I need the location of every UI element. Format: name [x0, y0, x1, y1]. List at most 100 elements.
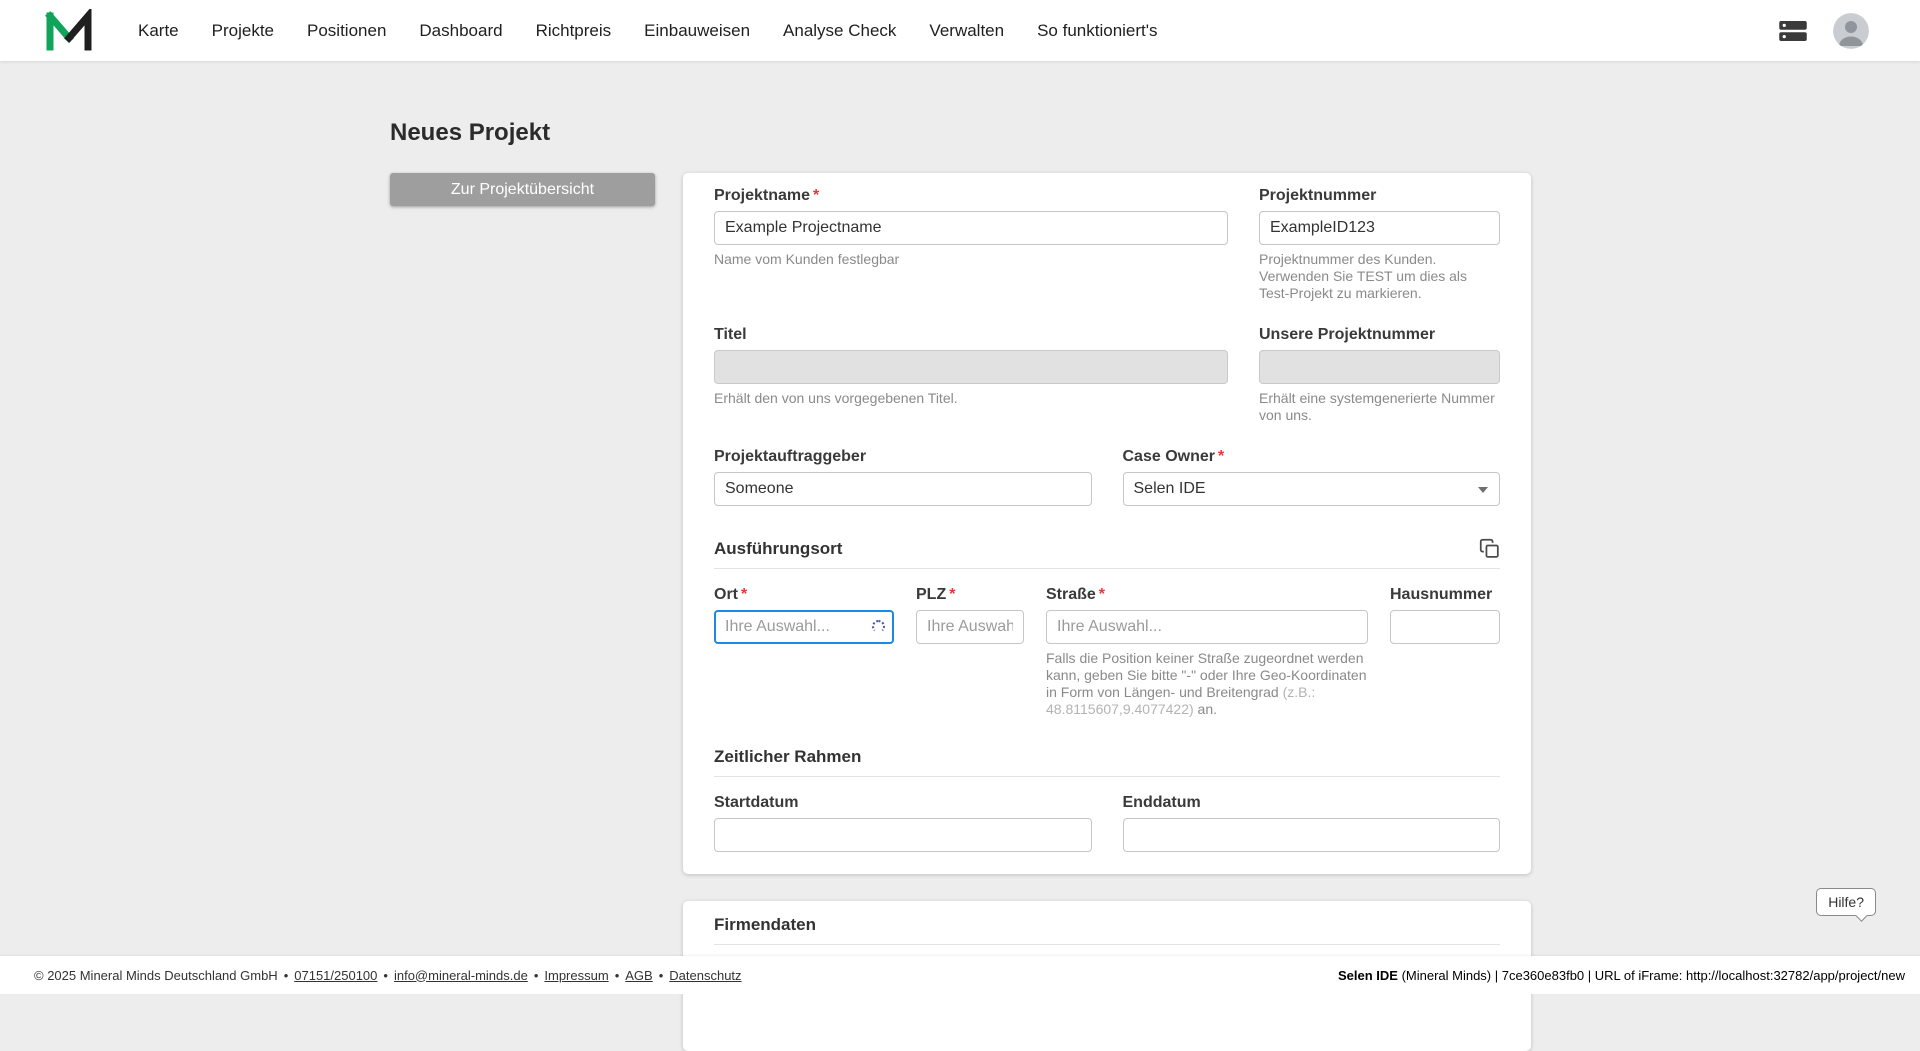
- zeitlicher-rahmen-section-header: Zeitlicher Rahmen: [714, 747, 1500, 777]
- datenschutz-link[interactable]: Datenschutz: [669, 968, 741, 983]
- case-owner-select[interactable]: Selen IDE: [1122, 472, 1500, 506]
- projektauftraggeber-input[interactable]: [714, 472, 1092, 506]
- ort-input[interactable]: [714, 610, 894, 644]
- zeitlicher-rahmen-heading: Zeitlicher Rahmen: [714, 747, 862, 766]
- field-projektname: Projektname* Name vom Kunden festlegbar: [714, 187, 1228, 302]
- ort-label: Ort *: [714, 586, 894, 604]
- required-asterisk: *: [741, 586, 748, 603]
- separator: •: [533, 967, 539, 983]
- session-info: Selen IDE (Mineral Minds) | 7ce360e83fb0…: [1338, 968, 1905, 983]
- required-asterisk: *: [1217, 448, 1225, 465]
- help-button[interactable]: Hilfe?: [1816, 888, 1876, 922]
- mineral-minds-logo[interactable]: [45, 8, 93, 53]
- ort-label-text: Ort: [714, 586, 738, 603]
- projektname-helper: Name vom Kunden festlegbar: [714, 251, 900, 267]
- hausnummer-label: Hausnummer: [1390, 586, 1500, 604]
- field-titel: Titel Erhält den von uns vorgegebenen Ti…: [714, 326, 1228, 424]
- copyright-text: © 2025 Mineral Minds Deutschland GmbH: [34, 967, 278, 983]
- agb-link[interactable]: AGB: [625, 968, 652, 983]
- projektauftraggeber-label-text: Projektauftraggeber: [714, 448, 867, 465]
- unsere-projektnummer-label: Unsere Projektnummer: [1259, 326, 1500, 344]
- nav-item-projekte[interactable]: Projekte: [212, 21, 274, 41]
- plz-input[interactable]: [916, 610, 1024, 644]
- strasse-helper-suffix: an.: [1193, 701, 1218, 717]
- projektnummer-helper: Projektnummer des Kunden. Verwenden Sie …: [1259, 251, 1468, 301]
- top-navbar: Karte Projekte Positionen Dashboard Rich…: [0, 0, 1920, 61]
- case-owner-selected-value: Selen IDE: [1133, 480, 1206, 497]
- projektnummer-input[interactable]: [1259, 211, 1500, 245]
- project-overview-button[interactable]: Zur Projektübersicht: [390, 173, 655, 206]
- project-form-card: Projektname* Name vom Kunden festlegbar …: [683, 173, 1531, 874]
- unsere-projektnummer-label-text: Unsere Projektnummer: [1259, 326, 1436, 343]
- nav-item-einbauweisen[interactable]: Einbauweisen: [644, 21, 750, 41]
- projektauftraggeber-label: Projektauftraggeber: [714, 448, 1092, 466]
- unsere-projektnummer-input: [1259, 350, 1500, 384]
- field-ort: Ort *: [714, 586, 894, 718]
- phone-link[interactable]: 07151/250100: [294, 968, 377, 983]
- footer: © 2025 Mineral Minds Deutschland GmbH • …: [0, 956, 1920, 994]
- strasse-helper-text: Falls die Position keiner Straße zugeord…: [1046, 650, 1367, 700]
- unsere-projektnummer-helper: Erhält eine systemgenerierte Nummer von …: [1259, 390, 1495, 423]
- separator: •: [658, 967, 664, 983]
- case-owner-label: Case Owner *: [1123, 448, 1501, 466]
- plz-label-text: PLZ: [916, 586, 947, 603]
- required-asterisk: *: [1098, 586, 1106, 603]
- chevron-down-icon: [1478, 487, 1488, 493]
- separator: •: [614, 967, 620, 983]
- firmendaten-section-header: Firmendaten: [714, 915, 1500, 945]
- nav-item-positionen[interactable]: Positionen: [307, 21, 386, 41]
- user-avatar[interactable]: [1833, 12, 1869, 49]
- impressum-link[interactable]: Impressum: [544, 968, 608, 983]
- server-icon[interactable]: [1778, 18, 1808, 44]
- help-button-label: Hilfe?: [1828, 894, 1864, 910]
- titel-label: Titel: [714, 326, 1228, 344]
- titel-label-text: Titel: [714, 326, 747, 343]
- field-startdatum: Startdatum: [714, 794, 1092, 852]
- hausnummer-input[interactable]: [1390, 610, 1500, 644]
- email-link[interactable]: info@mineral-minds.de: [394, 968, 528, 983]
- field-plz: PLZ *: [916, 586, 1024, 718]
- required-asterisk: *: [949, 586, 956, 603]
- page-title: Neues Projekt: [390, 119, 551, 146]
- nav-item-karte[interactable]: Karte: [138, 21, 179, 41]
- plz-label: PLZ *: [916, 586, 1024, 604]
- projektname-label-text: Projektname: [714, 187, 811, 204]
- nav-item-analyse-check[interactable]: Analyse Check: [783, 21, 896, 41]
- enddatum-input[interactable]: [1122, 818, 1500, 852]
- projektnummer-label: Projektnummer: [1259, 187, 1500, 205]
- titel-helper: Erhält den von uns vorgegebenen Titel.: [714, 390, 958, 406]
- nav-item-verwalten[interactable]: Verwalten: [929, 21, 1004, 41]
- enddatum-label: Enddatum: [1123, 794, 1501, 812]
- projektnummer-label-text: Projektnummer: [1259, 187, 1377, 204]
- projektname-input[interactable]: [714, 211, 1228, 245]
- main-content: Neues Projekt Zur Projektübersicht Proje…: [390, 61, 1531, 1051]
- field-unsere-projektnummer: Unsere Projektnummer Erhält eine systemg…: [1259, 326, 1500, 424]
- session-details: (Mineral Minds) | 7ce360e83fb0 | URL of …: [1397, 967, 1905, 983]
- field-case-owner: Case Owner * Selen IDE: [1122, 448, 1501, 506]
- hausnummer-label-text: Hausnummer: [1390, 586, 1493, 603]
- strasse-input[interactable]: [1046, 610, 1368, 644]
- left-column: Zur Projektübersicht: [390, 173, 655, 206]
- copy-icon[interactable]: [1479, 538, 1500, 559]
- field-projektauftraggeber: Projektauftraggeber: [714, 448, 1092, 506]
- field-hausnummer: Hausnummer: [1390, 586, 1500, 718]
- logo-icon: [45, 8, 92, 50]
- strasse-label-text: Straße: [1046, 586, 1096, 603]
- main-nav: Karte Projekte Positionen Dashboard Rich…: [138, 21, 1778, 41]
- enddatum-label-text: Enddatum: [1122, 794, 1201, 811]
- titel-input: [714, 350, 1228, 384]
- nav-item-so-funktionierts[interactable]: So funktioniert's: [1037, 21, 1157, 41]
- firmendaten-heading: Firmendaten: [714, 915, 817, 934]
- startdatum-input[interactable]: [714, 818, 1092, 852]
- startdatum-label: Startdatum: [714, 794, 1092, 812]
- nav-item-richtpreis[interactable]: Richtpreis: [536, 21, 612, 41]
- startdatum-label-text: Startdatum: [714, 794, 799, 811]
- nav-item-dashboard[interactable]: Dashboard: [419, 21, 502, 41]
- session-user: Selen IDE: [1337, 967, 1398, 983]
- form-column: Projektname* Name vom Kunden festlegbar …: [683, 173, 1531, 1051]
- help-button-tail: [1855, 909, 1868, 922]
- field-projektnummer: Projektnummer Projektnummer des Kunden. …: [1259, 187, 1500, 302]
- strasse-label: Straße *: [1046, 586, 1368, 604]
- ausfuehrungsort-section-header: Ausführungsort: [714, 538, 1500, 569]
- separator: •: [283, 967, 289, 983]
